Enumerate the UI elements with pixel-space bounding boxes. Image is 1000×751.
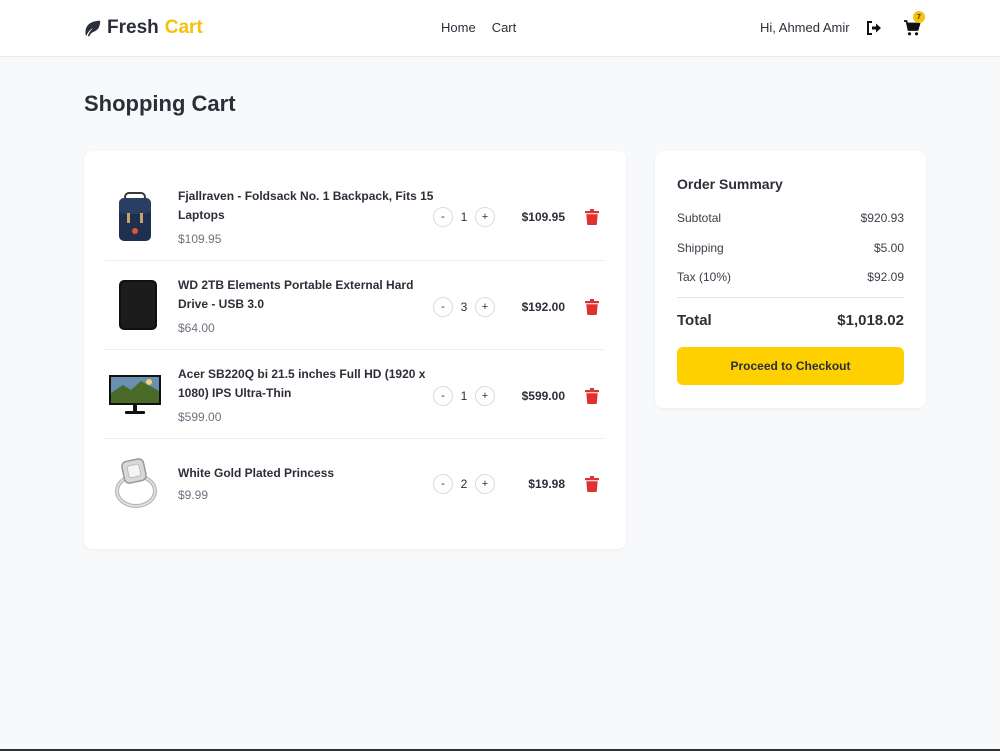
proceed-to-checkout-button[interactable]: Proceed to Checkout — [677, 347, 904, 385]
quantity-value: 1 — [460, 210, 468, 224]
quantity-stepper: - 1 + — [433, 207, 495, 227]
tax-row: Tax (10%) $92.09 — [677, 270, 904, 284]
shipping-label: Shipping — [677, 241, 724, 255]
page-title: Shopping Cart — [84, 91, 236, 116]
subtotal-row: Subtotal $920.93 — [677, 211, 904, 225]
order-summary-card: Order Summary Subtotal $920.93 Shipping … — [655, 151, 926, 408]
leaf-icon — [85, 20, 101, 36]
line-total: $192.00 — [521, 300, 565, 314]
summary-divider — [677, 297, 904, 298]
nav-link-home[interactable]: Home — [441, 20, 476, 35]
subtotal-value: $920.93 — [860, 211, 904, 225]
product-title[interactable]: Acer SB220Q bi 21.5 inches Full HD (1920… — [178, 365, 438, 403]
cart-item: Acer SB220Q bi 21.5 inches Full HD (1920… — [105, 350, 604, 439]
increment-button[interactable]: + — [475, 386, 495, 406]
product-image-backpack[interactable] — [109, 189, 161, 245]
product-unit-price: $9.99 — [178, 488, 209, 502]
cart-item: WD 2TB Elements Portable External Hard D… — [105, 261, 604, 350]
tax-label: Tax (10%) — [677, 270, 732, 284]
product-unit-price: $64.00 — [178, 321, 215, 335]
quantity-value: 3 — [460, 300, 468, 314]
trash-icon[interactable] — [585, 209, 599, 225]
quantity-stepper: - 2 + — [433, 474, 495, 494]
increment-button[interactable]: + — [475, 207, 495, 227]
brand-word-cart: Cart — [164, 17, 203, 38]
decrement-button[interactable]: - — [433, 474, 453, 494]
tax-value: $92.09 — [867, 270, 904, 284]
order-summary-title: Order Summary — [677, 176, 783, 192]
product-image-hard-drive[interactable] — [109, 277, 161, 333]
quantity-stepper: - 1 + — [433, 386, 495, 406]
product-unit-price: $599.00 — [178, 410, 222, 424]
nav-links: Home Cart — [441, 20, 516, 35]
brand-word-fresh: Fresh — [107, 17, 159, 38]
trash-icon[interactable] — [585, 299, 599, 315]
subtotal-label: Subtotal — [677, 211, 722, 225]
increment-button[interactable]: + — [475, 297, 495, 317]
total-label: Total — [677, 312, 712, 329]
decrement-button[interactable]: - — [433, 297, 453, 317]
cart-count-badge: 7 — [913, 11, 925, 23]
trash-icon[interactable] — [585, 476, 599, 492]
decrement-button[interactable]: - — [433, 207, 453, 227]
total-value: $1,018.02 — [837, 312, 904, 329]
logout-icon[interactable] — [866, 20, 882, 36]
quantity-stepper: - 3 + — [433, 297, 495, 317]
navbar: Fresh Cart Home Cart Hi, Ahmed Amir 7 — [0, 0, 1000, 57]
increment-button[interactable]: + — [475, 474, 495, 494]
product-unit-price: $109.95 — [178, 232, 222, 246]
decrement-button[interactable]: - — [433, 386, 453, 406]
cart-item: White Gold Plated Princess $9.99 - 2 + $… — [105, 439, 604, 528]
quantity-value: 2 — [460, 477, 468, 491]
trash-icon[interactable] — [585, 388, 599, 404]
line-total: $109.95 — [521, 210, 565, 224]
total-row: Total $1,018.02 — [677, 312, 904, 329]
cart-item: Fjallraven - Foldsack No. 1 Backpack, Fi… — [105, 172, 604, 261]
line-total: $599.00 — [521, 389, 565, 403]
brand-logo[interactable]: Fresh Cart — [83, 16, 203, 40]
line-total: $19.98 — [528, 477, 565, 491]
shipping-value: $5.00 — [873, 241, 904, 255]
product-title[interactable]: White Gold Plated Princess — [178, 464, 438, 483]
product-image-ring[interactable] — [109, 455, 161, 511]
quantity-value: 1 — [460, 389, 468, 403]
shipping-row: Shipping $5.00 — [677, 241, 904, 255]
nav-link-cart[interactable]: Cart — [492, 20, 517, 35]
product-title[interactable]: WD 2TB Elements Portable External Hard D… — [178, 276, 438, 314]
product-image-monitor[interactable] — [109, 367, 161, 423]
user-greeting: Hi, Ahmed Amir — [760, 20, 850, 35]
product-title[interactable]: Fjallraven - Foldsack No. 1 Backpack, Fi… — [178, 187, 438, 225]
cart-items-card: Fjallraven - Foldsack No. 1 Backpack, Fi… — [84, 151, 626, 549]
